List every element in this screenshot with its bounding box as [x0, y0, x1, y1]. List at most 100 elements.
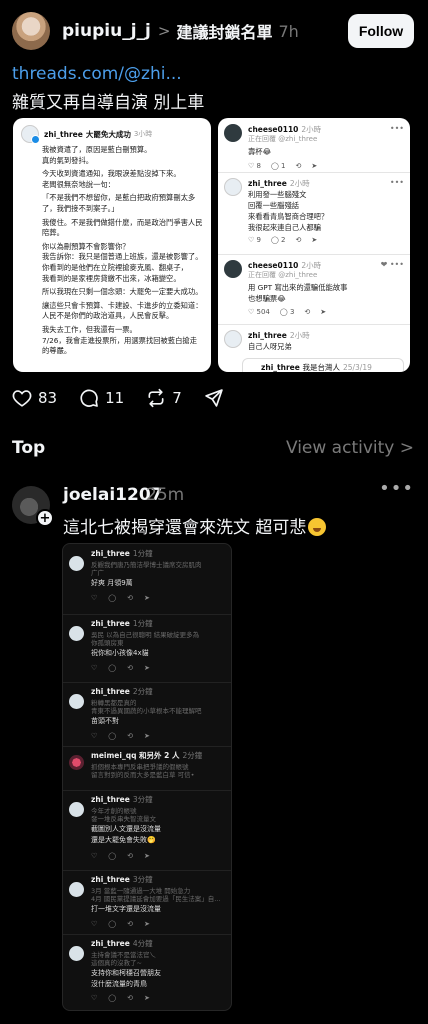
- comment-text: 截圖別人文還是沒流量 還是大罷免會失敗🤭: [91, 825, 161, 844]
- heart-icon: ♡: [91, 732, 98, 740]
- embedded-comment-name: zhi_three 1分鐘: [91, 548, 153, 559]
- attached-image-2[interactable]: cheese0110 2小時 正在回覆 @zhi_three 壽杯😂 ♡ 8 ◯ …: [218, 118, 410, 372]
- comment-author: zhi_three: [248, 331, 287, 340]
- comment-author: cheese0110: [248, 261, 299, 270]
- attached-image-1[interactable]: zhi_three 大罷免大成功 3小時 我被資遣了，原因是藍白刪預算。 真的氣…: [13, 118, 211, 372]
- more-icon[interactable]: •••: [379, 478, 414, 499]
- divider: [63, 790, 231, 791]
- share-icon: ➤: [144, 732, 150, 740]
- comment-reply-to: 正在回覆 @zhi_three: [248, 135, 318, 143]
- divider: [218, 172, 410, 173]
- embedded-avatar: [224, 178, 242, 196]
- author-avatar[interactable]: [12, 12, 50, 50]
- comment-icon: ◯: [108, 664, 117, 672]
- more-icon: •••: [389, 178, 404, 187]
- comment-author: zhi_three: [248, 179, 287, 188]
- embedded-comment: zhi_three 1分鐘 吳民 以為自己很聰明 結果破綻更多為 你孤頭房東 祝你…: [69, 618, 225, 682]
- comment-actions: ♡ ◯ ⟲ ➤: [91, 994, 150, 1002]
- embedded-comment-name: zhi_three 2分鐘: [91, 686, 153, 697]
- comment-actions: ♡ ◯ ⟲ ➤: [91, 594, 150, 602]
- heart-icon: ♡ 504: [248, 308, 270, 316]
- comment-actions: ♡ ◯ ⟲ ➤: [91, 732, 150, 740]
- share-icon: ➤: [144, 920, 150, 928]
- embedded-paragraph: 我傻住。不是我們做錯什麼，而是政治鬥爭害人民陪葬。: [42, 217, 203, 238]
- breadcrumb-title[interactable]: 建議封鎖名單: [176, 19, 272, 43]
- comment-time: 1分鐘: [132, 619, 153, 628]
- embedded-comment: zhi_three 1分鐘 反觀我們唐乃簡洁學博士議席交房肌肉 广广 好爽 月領9…: [69, 548, 225, 612]
- embedded-post-body: 我被資遣了，原因是藍白刪預算。 真的氣到發抖。 今天收到資遣通知，我眼淚差點沒掉…: [13, 143, 211, 357]
- post-link[interactable]: threads.com/@zhi...: [12, 64, 182, 84]
- follow-button[interactable]: Follow: [348, 14, 414, 48]
- comment-actions: ♡ 9 ◯ 2 ⟲ ➤: [248, 236, 317, 244]
- repost-button[interactable]: 7: [146, 388, 182, 408]
- comment-actions: ♡ ◯ ⟲ ➤: [91, 852, 150, 860]
- repost-count: 7: [172, 389, 182, 407]
- comment-author: zhi_three: [261, 363, 300, 372]
- share-button[interactable]: [204, 388, 230, 408]
- comment-icon: ◯ 2: [270, 236, 286, 244]
- embedded-avatar: [69, 882, 84, 897]
- embedded-crumb: 大罷免大成功: [85, 129, 131, 139]
- divider: [218, 254, 410, 255]
- embedded-comment-name: zhi_three 我是台灣人 25/3/19: [261, 362, 372, 372]
- share-icon: ➤: [311, 162, 318, 170]
- divider: [63, 614, 231, 615]
- author-name[interactable]: piupiu_j_j: [62, 21, 151, 41]
- quoted-text: 發一堆反串失智流量文: [91, 815, 156, 823]
- embedded-avatar: [69, 694, 84, 709]
- comment-time: 1分鐘: [132, 549, 153, 558]
- more-icon: ❤ •••: [380, 260, 404, 269]
- share-icon: [204, 389, 223, 407]
- post-header: piupiu_j_j > 建議封鎖名單 7h Follow: [12, 10, 414, 52]
- embedded-time: 3小時: [133, 130, 153, 138]
- comment-icon: ◯: [108, 920, 117, 928]
- comment-button[interactable]: 11: [79, 388, 124, 408]
- quoted-text: 留言對到的反而大多是藍白草 可信•: [91, 771, 195, 779]
- heart-icon: ♡: [91, 852, 98, 860]
- like-button[interactable]: 83: [12, 389, 57, 407]
- reply-count: 1: [281, 162, 286, 170]
- comment-text: 我是台灣人: [302, 363, 340, 372]
- comment-time: 2小時: [289, 179, 310, 188]
- quoted-text: 广广: [91, 569, 104, 577]
- embedded-comment-name: zhi_three 2小時: [248, 178, 310, 189]
- comment-text: 用 GPT 寫出來的還騙低能故事 也想騙票😂: [248, 283, 348, 303]
- embedded-post-header: zhi_three 大罷免大成功 3小時: [13, 118, 211, 144]
- embedded-comment-name: zhi_three 2小時: [248, 330, 310, 341]
- repost-icon: ⟲: [295, 236, 302, 244]
- heart-icon: [12, 390, 32, 407]
- embedded-paragraph: 我失去工作，但我還有一票。 7/26，我會走進投票所，用選票找回被藍白搶走的尊嚴…: [42, 324, 198, 356]
- embedded-avatar: [224, 124, 242, 142]
- divider: [63, 682, 231, 683]
- quoted-text: 這個真的沒救了~: [91, 959, 142, 967]
- comment-text: 壽杯😂: [248, 147, 272, 156]
- share-icon: ➤: [144, 594, 150, 602]
- reply-attached-image[interactable]: zhi_three 1分鐘 反觀我們唐乃簡洁學博士議席交房肌肉 广广 好爽 月領9…: [62, 543, 232, 1011]
- comment-time: 3分鐘: [132, 875, 153, 884]
- plus-icon[interactable]: +: [36, 509, 54, 527]
- comment-actions: ♡ ◯ ⟲ ➤: [91, 920, 150, 928]
- comment-text: 支持你和柯穩召營朋友 沒什麼流量的青鳥: [91, 969, 161, 988]
- embedded-avatar: [69, 802, 84, 817]
- embedded-paragraph: 所以我現在只剩一個念頭：大罷免一定要大成功。: [42, 287, 203, 297]
- embedded-comment: cheese0110 2小時 正在回覆 @zhi_three 壽杯😂 ♡ 8 ◯ …: [224, 124, 404, 170]
- comment-author: zhi_three: [91, 875, 130, 884]
- comment-text: 利用發一些腦殘文 回覆一些腦殘話 來看看青鳥智商合理吧？ 我很起來連自己人都騙: [248, 190, 329, 232]
- quoted-text: 你孤頭房東: [91, 639, 124, 647]
- more-icon: •••: [389, 124, 404, 133]
- comment-text: 祝你和小孩像4x貓: [91, 649, 149, 657]
- sort-top-label[interactable]: Top: [12, 438, 45, 458]
- embedded-avatar: [69, 755, 84, 770]
- heart-icon: ♡ 8: [248, 162, 261, 170]
- embedded-paragraph: 我被資遣了，原因是藍白刪預算。 真的氣到發抖。: [42, 145, 152, 165]
- like-count: 504: [256, 308, 270, 316]
- reply-count: 2: [281, 236, 286, 244]
- embedded-comment-name: meimei_qq 和另外 2 人 2分鐘: [91, 750, 202, 761]
- quoted-text: 反觀我們唐乃簡洁學博士議席交房肌肉: [91, 561, 202, 569]
- heart-icon: ♡: [91, 594, 98, 602]
- embedded-comment: zhi_three 3分鐘 今年才創的帳號 發一堆反串失智流量文 截圖別人文還是沒…: [69, 794, 225, 870]
- embedded-paragraph: 今天收到資遣通知，我眼淚差點沒掉下來。 老闆很無奈地說一句：: [42, 169, 181, 189]
- view-activity-link[interactable]: View activity >: [286, 438, 414, 458]
- comment-author: zhi_three: [91, 795, 130, 804]
- post-actions: 83 11 7: [12, 388, 252, 408]
